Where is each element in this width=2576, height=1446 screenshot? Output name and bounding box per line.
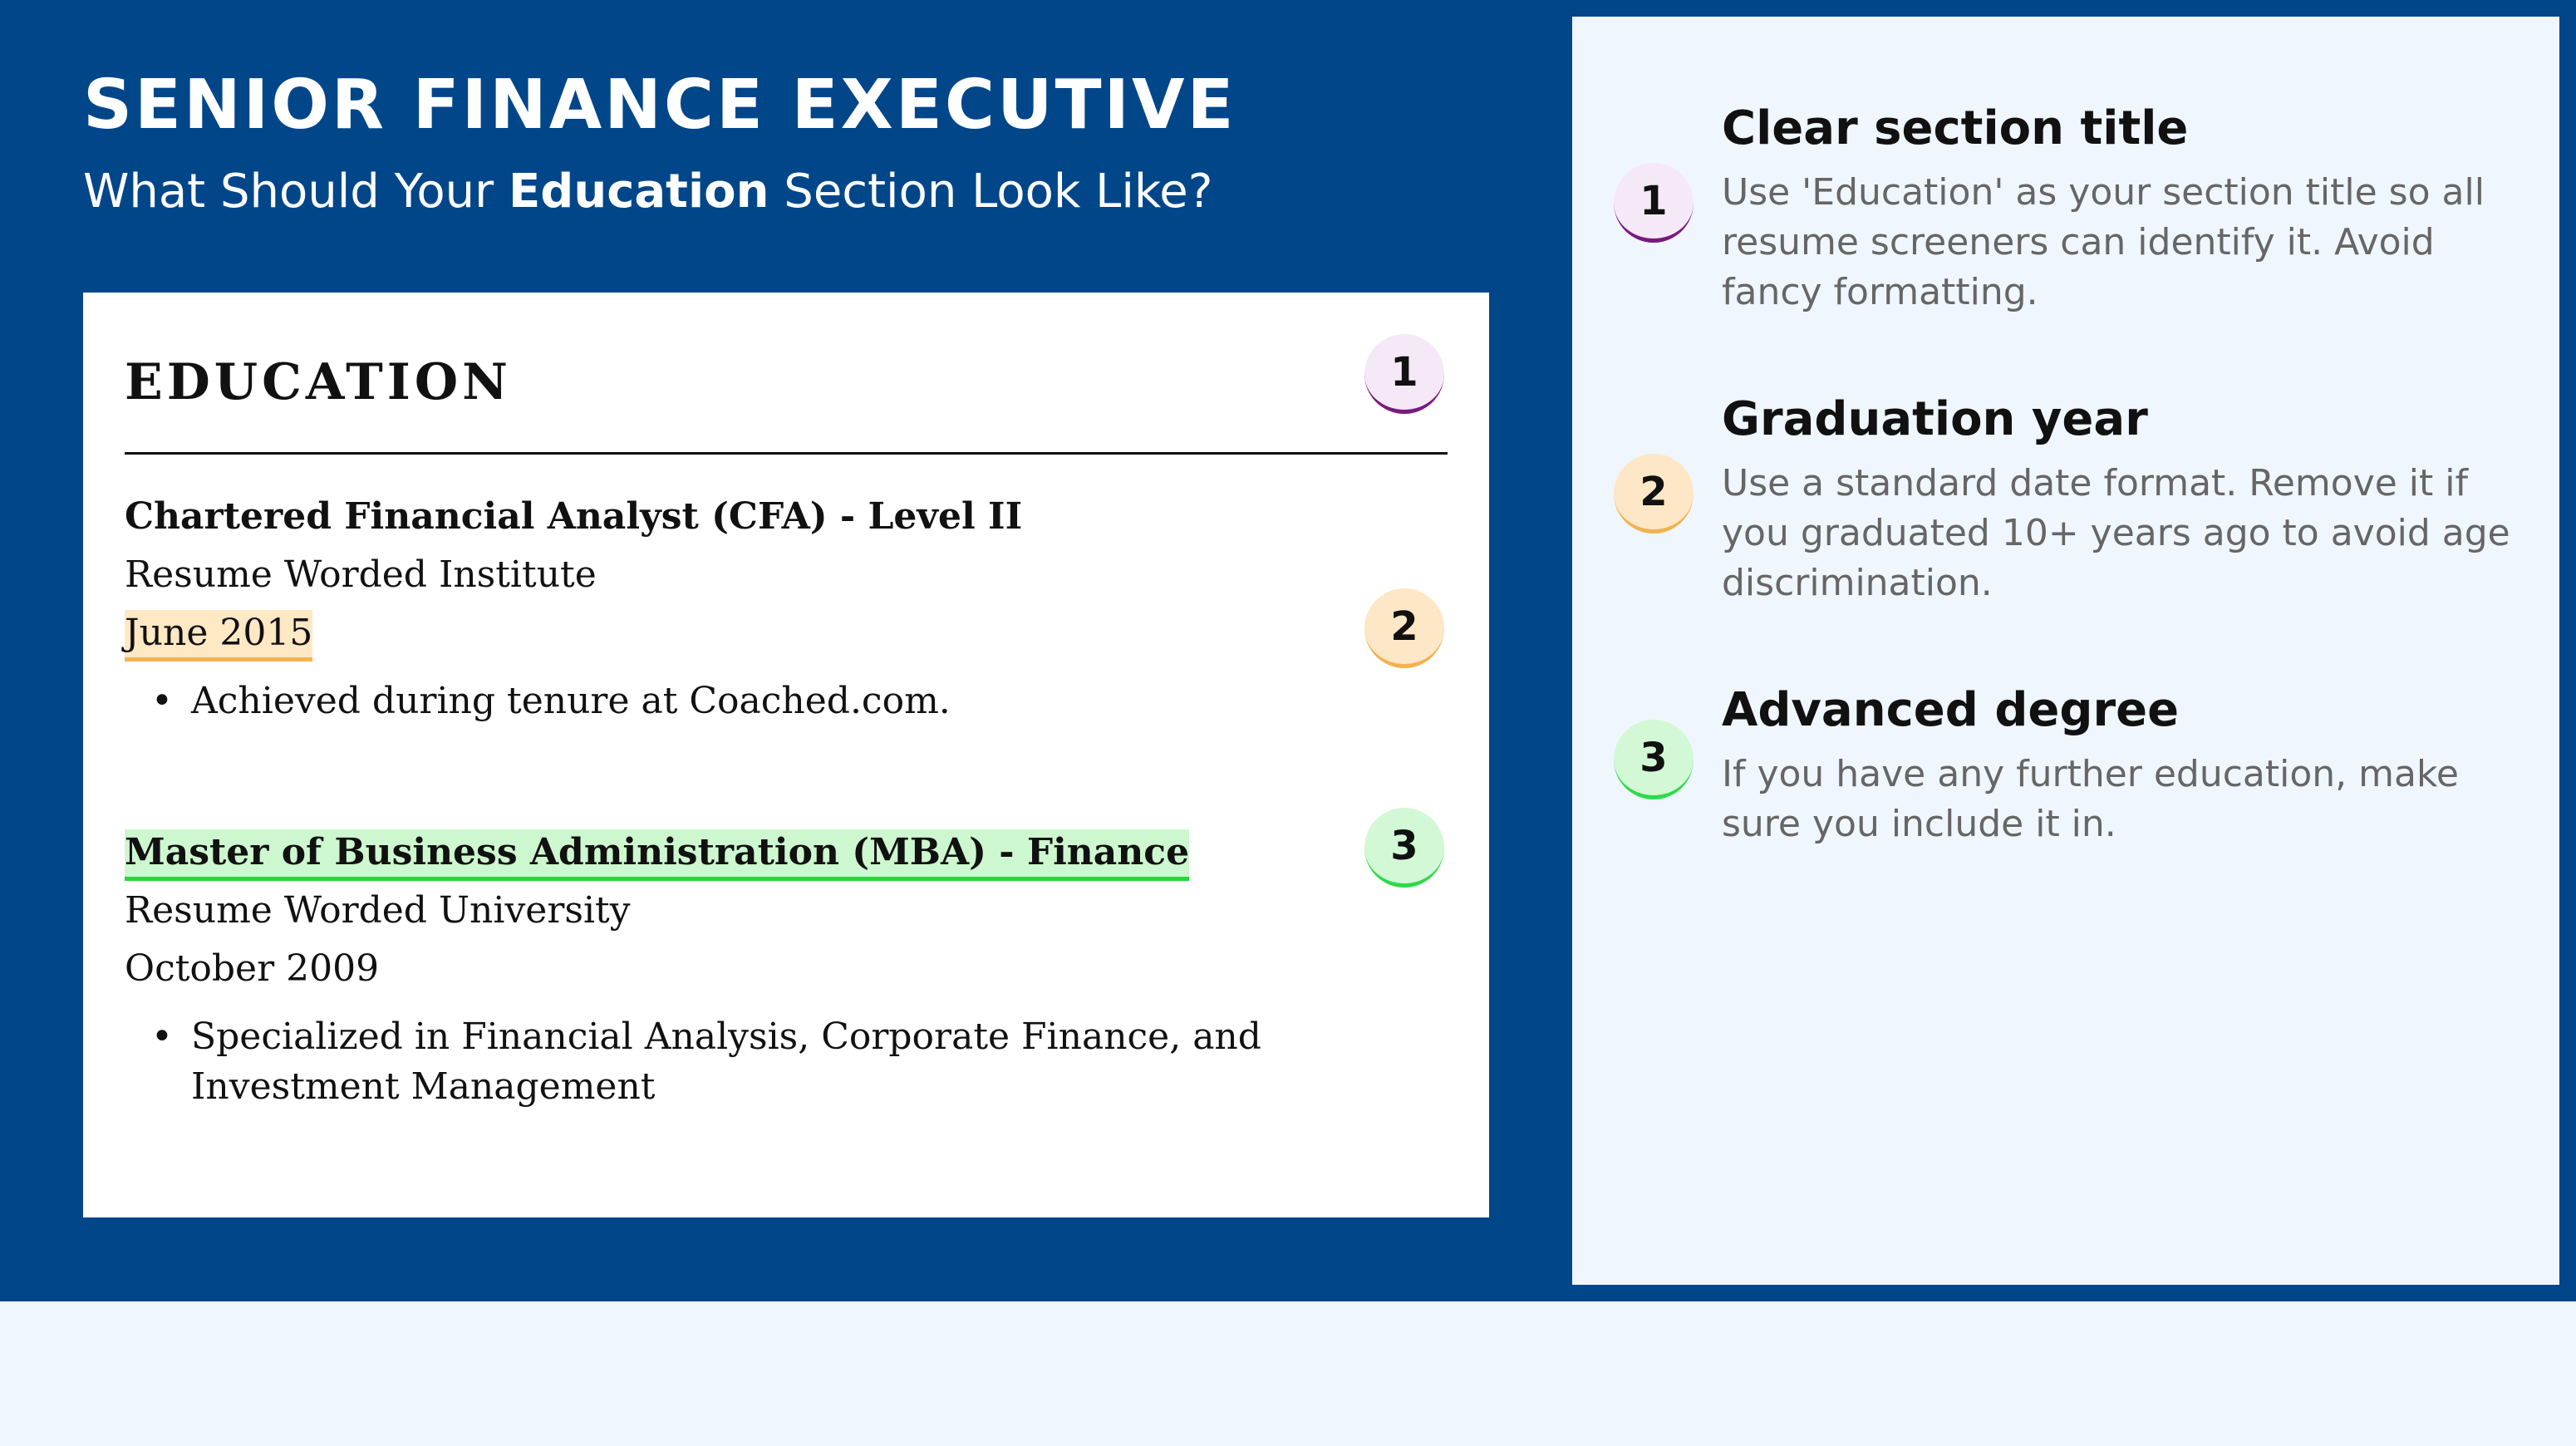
degree-title-mba: Master of Business Administration (MBA) … <box>125 829 1190 881</box>
page-title: SENIOR FINANCE EXECUTIVE <box>83 66 1236 145</box>
badge-3: 3 <box>1364 808 1444 888</box>
degree-title-cfa: Chartered Financial Analyst (CFA) - Leve… <box>125 495 1023 538</box>
subtitle-emphasis: Education <box>508 165 769 219</box>
tip-badge-2: 2 <box>1614 454 1694 534</box>
institution-mba: Resume Worded University <box>125 889 631 932</box>
tip-title-clear-section: Clear section title <box>1722 101 2189 155</box>
tip-badge-1: 1 <box>1614 163 1694 243</box>
bullet-text-cfa: Achieved during tenure at Coached.com. <box>191 680 951 722</box>
education-section-heading: EDUCATION <box>125 353 512 411</box>
bullet-item-cfa: • Achieved during tenure at Coached.com. <box>151 676 1431 726</box>
tip-title-advanced-degree: Advanced degree <box>1722 683 2180 737</box>
date-mba: October 2009 <box>125 947 380 990</box>
tip-body-advanced-degree: If you have any further education, make … <box>1722 753 2459 845</box>
date-cfa-highlight: June 2015 <box>125 610 313 662</box>
date-cfa: June 2015 <box>125 610 313 662</box>
bullet-dot: • <box>151 1016 173 1058</box>
bullet-item-mba: • Specialized in Financial Analysis, Cor… <box>151 1012 1431 1112</box>
subtitle-text-start: What Should Your <box>83 165 509 219</box>
institution-cfa: Resume Worded Institute <box>125 553 597 596</box>
bullet-dot: • <box>151 680 173 722</box>
badge-1: 1 <box>1364 334 1444 414</box>
subtitle-text-end: Section Look Like? <box>769 165 1213 219</box>
resume-education-card: EDUCATION 1 Chartered Financial Analyst … <box>83 293 1489 1217</box>
tip-body-graduation-year: Use a standard date format. Remove it if… <box>1722 462 2510 604</box>
heading-divider <box>125 452 1448 455</box>
tips-panel: 1 Clear section title Use 'Education' as… <box>1572 17 2559 1285</box>
tip-badge-3: 3 <box>1614 720 1694 799</box>
degree-mba-highlight: Master of Business Administration (MBA) … <box>125 829 1190 881</box>
bullet-text-mba: Specialized in Financial Analysis, Corpo… <box>191 1016 1261 1108</box>
tip-title-graduation-year: Graduation year <box>1722 392 2148 446</box>
badge-2: 2 <box>1364 588 1444 668</box>
tip-body-clear-section: Use 'Education' as your section title so… <box>1722 171 2485 313</box>
page-subtitle: What Should Your Education Section Look … <box>83 166 1212 218</box>
